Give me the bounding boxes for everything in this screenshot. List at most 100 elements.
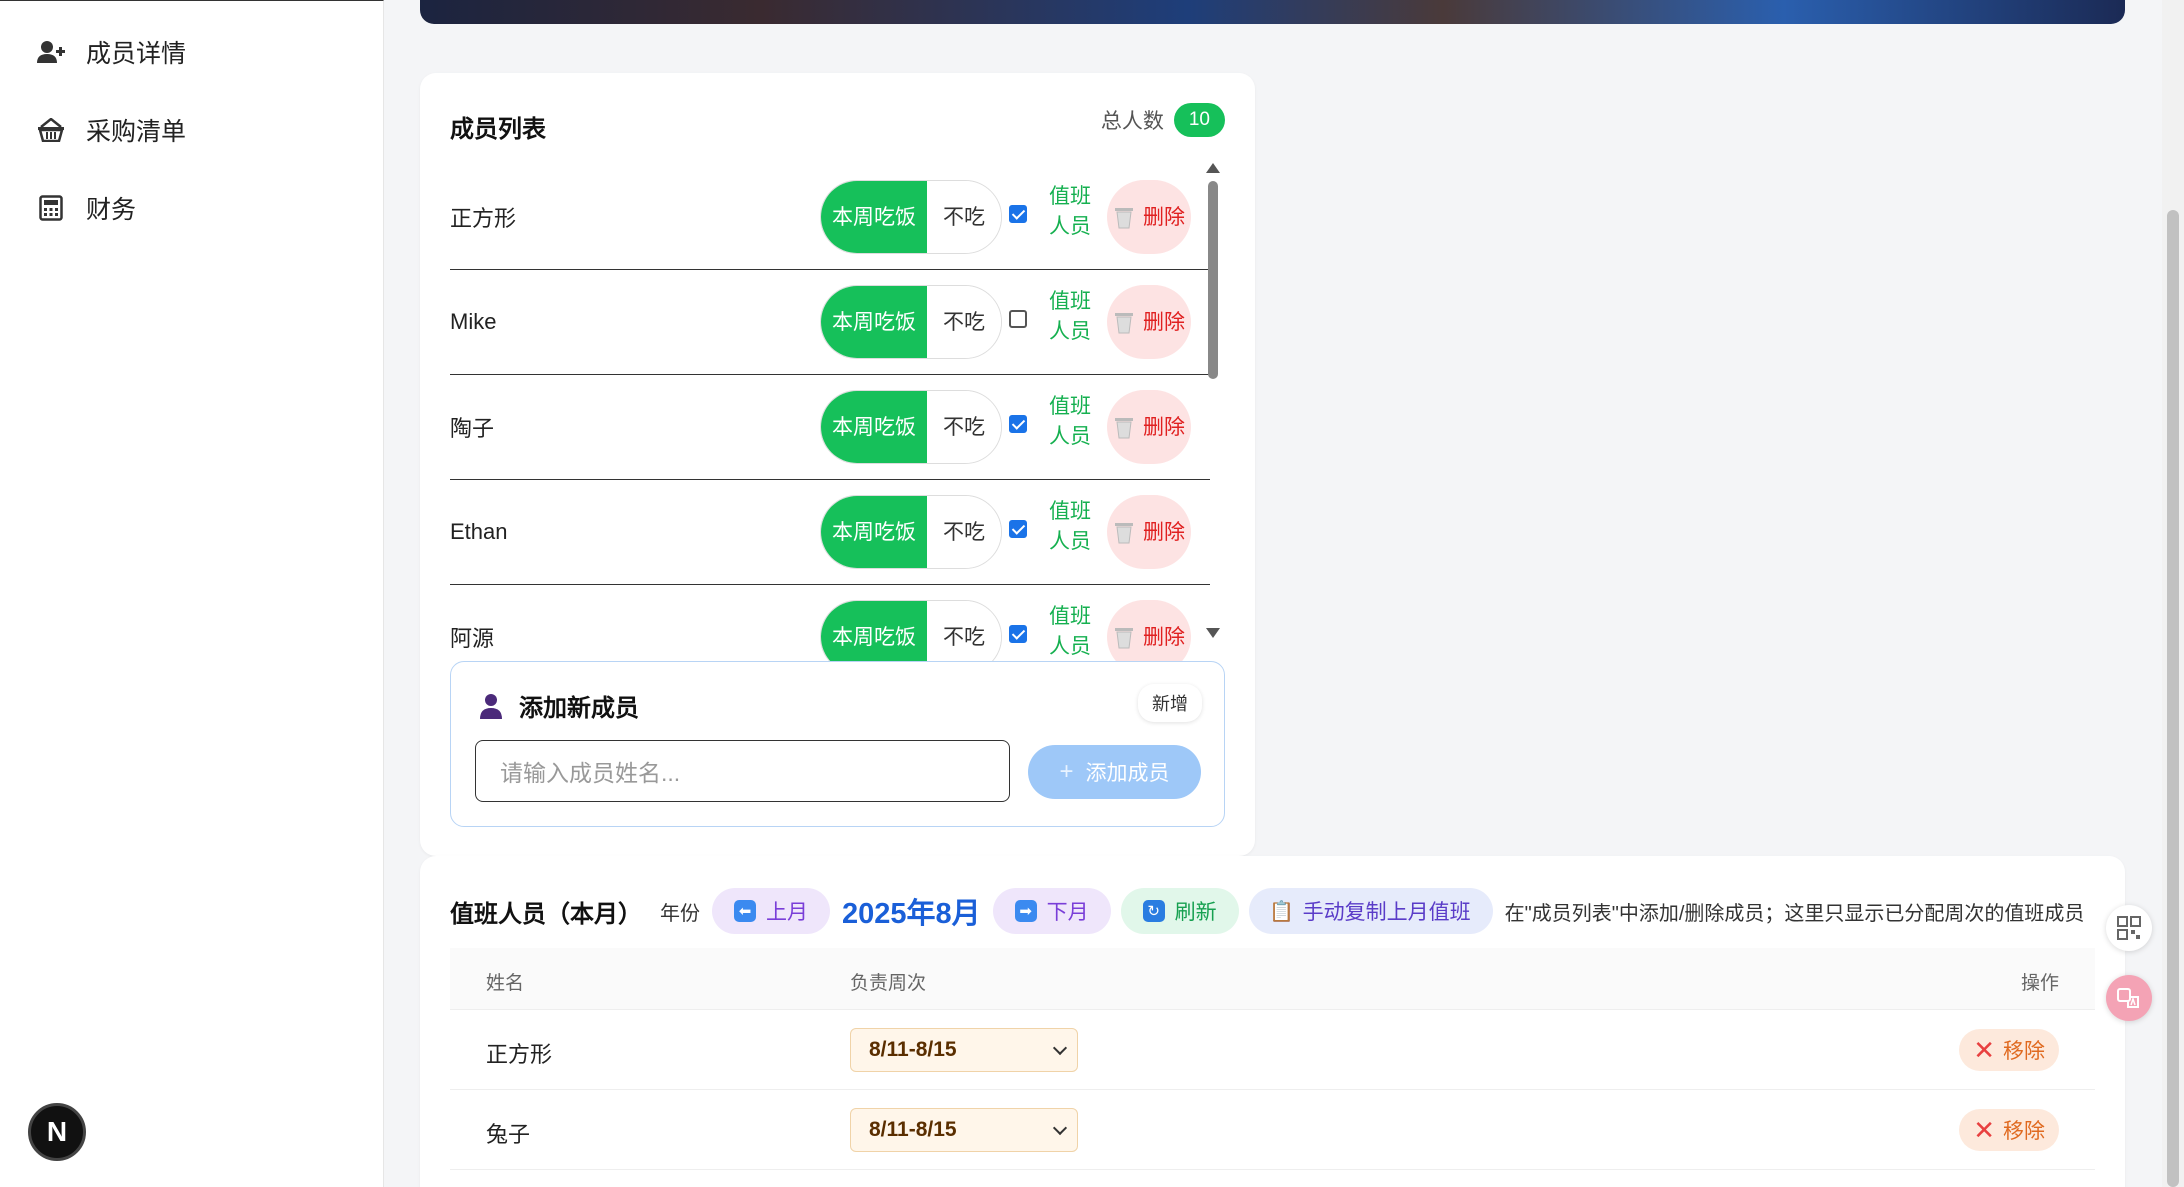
duty-checkbox[interactable] (1009, 625, 1027, 643)
column-name: 姓名 (486, 973, 525, 994)
week-select[interactable]: 8/11-8/15 (850, 1028, 1078, 1072)
copy-last-month-label: 手动复制上月值班 (1302, 901, 1471, 924)
eating-toggle[interactable]: 本周吃饭 不吃 (820, 180, 1002, 254)
duty-hint: 在"成员列表"中添加/删除成员；这里只显示已分配周次的值班成员 (1504, 902, 2085, 925)
table-row: 兔子 8/11-8/15 ✕ 移除 (450, 1090, 2095, 1170)
qr-grid-button[interactable] (2106, 905, 2152, 951)
duty-toolbar: 值班人员（本月） 年份 ⬅ 上月 2025年8月 ➡ 下月 ↻ 刷新 📋 手动复… (450, 888, 2084, 934)
toggle-eat[interactable]: 本周吃饭 (821, 496, 927, 568)
column-action: 操作 (2020, 973, 2059, 994)
remove-button[interactable]: ✕ 移除 (1959, 1109, 2059, 1151)
eating-toggle[interactable]: 本周吃饭 不吃 (820, 495, 1002, 569)
prev-month-button[interactable]: ⬅ 上月 (712, 888, 830, 934)
member-name: Ethan (450, 519, 508, 544)
arrow-left-icon: ⬅ (734, 900, 756, 922)
eating-toggle[interactable]: 本周吃饭 不吃 (820, 390, 1002, 464)
member-name: 正方形 (450, 206, 517, 231)
duty-label: 值班人员 (1049, 185, 1091, 238)
trash-icon (1115, 208, 1133, 229)
next-month-button[interactable]: ➡ 下月 (992, 888, 1111, 934)
delete-label: 删除 (1143, 415, 1185, 439)
duty-checkbox[interactable] (1009, 415, 1027, 433)
delete-button[interactable]: 删除 (1107, 390, 1191, 464)
new-tag: 新增 (1138, 684, 1202, 722)
toggle-not-eat[interactable]: 不吃 (927, 391, 1001, 463)
column-week: 负责周次 (850, 973, 927, 994)
duty-checkbox[interactable] (1009, 205, 1027, 223)
translate-button[interactable] (2106, 975, 2152, 1021)
duty-member-name: 兔子 (486, 1122, 531, 1147)
user-plus-icon (36, 37, 66, 67)
trash-icon (1115, 523, 1133, 544)
total-count: 总人数 10 (1101, 103, 1225, 137)
duty-table-header: 姓名 负责周次 操作 (450, 948, 2095, 1010)
app-logo-button[interactable]: N (28, 1103, 86, 1161)
scrollbar-thumb[interactable] (1208, 181, 1218, 379)
delete-label: 删除 (1143, 520, 1185, 544)
remove-label: 移除 (2003, 1040, 2045, 1063)
duty-checkbox[interactable] (1009, 310, 1027, 328)
toggle-not-eat[interactable]: 不吃 (927, 181, 1001, 253)
arrow-right-icon: ➡ (1014, 900, 1037, 922)
toggle-not-eat[interactable]: 不吃 (927, 286, 1001, 358)
duty-title: 值班人员（本月） (450, 900, 642, 928)
add-member-header: 添加新成员 (479, 688, 639, 723)
add-member-title: 添加新成员 (519, 695, 639, 722)
close-icon: ✕ (1973, 1115, 1995, 1145)
sidebar-item-finance[interactable]: 财务 (0, 169, 383, 247)
toggle-not-eat[interactable]: 不吃 (927, 496, 1001, 568)
sidebar: 成员详情 采购清单 财务 N (0, 0, 384, 1187)
delete-label: 删除 (1143, 625, 1185, 649)
trash-icon (1115, 628, 1133, 649)
member-row: 正方形 本周吃饭 不吃 值班人员 删除 (450, 165, 1210, 270)
duty-card: 值班人员（本月） 年份 ⬅ 上月 2025年8月 ➡ 下月 ↻ 刷新 📋 手动复… (420, 856, 2125, 1187)
duty-label: 值班人员 (1049, 395, 1091, 448)
member-list-card: 成员列表 总人数 10 正方形 本周吃饭 不吃 值班人员 删除 Mike 本周吃… (420, 73, 1255, 856)
week-select-value: 8/11-8/15 (869, 1118, 957, 1141)
current-month: 2025年8月 (842, 898, 981, 930)
scroll-up-arrow-icon[interactable] (1206, 163, 1220, 173)
scroll-down-arrow-icon[interactable] (1206, 628, 1220, 638)
add-member-panel: 添加新成员 新增 请输入成员姓名... + 添加成员 (450, 661, 1225, 827)
duty-label: 值班人员 (1049, 605, 1091, 658)
sidebar-item-label: 财务 (86, 196, 137, 224)
toggle-eat[interactable]: 本周吃饭 (821, 286, 927, 358)
member-name: 阿源 (450, 626, 495, 651)
trash-icon (1115, 418, 1133, 439)
toggle-eat[interactable]: 本周吃饭 (821, 181, 927, 253)
sidebar-item-member-details[interactable]: 成员详情 (0, 13, 383, 91)
total-badge: 10 (1173, 103, 1225, 137)
refresh-button[interactable]: ↻ 刷新 (1120, 888, 1239, 934)
sidebar-item-label: 采购清单 (86, 118, 187, 146)
sidebar-item-shopping-list[interactable]: 采购清单 (0, 91, 383, 169)
page-scrollbar[interactable] (2162, 0, 2184, 1187)
basket-icon (36, 115, 66, 145)
delete-button[interactable]: 删除 (1107, 180, 1191, 254)
copy-last-month-button[interactable]: 📋 手动复制上月值班 (1248, 888, 1493, 934)
member-row: 陶子 本周吃饭 不吃 值班人员 删除 (450, 375, 1210, 480)
close-icon: ✕ (1973, 1035, 1995, 1065)
week-select[interactable]: 8/11-8/15 (850, 1108, 1078, 1152)
trash-icon (1115, 313, 1133, 334)
duty-checkbox[interactable] (1009, 520, 1027, 538)
remove-label: 移除 (2003, 1120, 2045, 1143)
prev-month-label: 上月 (766, 901, 808, 924)
delete-button[interactable]: 删除 (1107, 285, 1191, 359)
duty-label: 值班人员 (1049, 290, 1091, 343)
delete-button[interactable]: 删除 (1107, 495, 1191, 569)
duty-member-name: 正方形 (486, 1042, 553, 1067)
eating-toggle[interactable]: 本周吃饭 不吃 (820, 285, 1002, 359)
next-month-label: 下月 (1046, 901, 1089, 924)
add-member-button[interactable]: + 添加成员 (1028, 745, 1201, 799)
member-list-scrollbar[interactable] (1206, 163, 1220, 638)
remove-button[interactable]: ✕ 移除 (1959, 1029, 2059, 1071)
chevron-down-icon (1052, 1120, 1068, 1136)
page-scrollbar-thumb[interactable] (2167, 210, 2179, 1187)
sidebar-item-label: 成员详情 (86, 40, 187, 68)
toggle-eat[interactable]: 本周吃饭 (821, 391, 927, 463)
table-row: 正方形 8/11-8/15 ✕ 移除 (450, 1010, 2095, 1090)
member-name-input[interactable]: 请输入成员姓名... (475, 740, 1010, 802)
translate-icon (2117, 988, 2139, 1008)
clipboard-icon: 📋 (1269, 900, 1295, 923)
refresh-icon: ↻ (1142, 900, 1165, 922)
